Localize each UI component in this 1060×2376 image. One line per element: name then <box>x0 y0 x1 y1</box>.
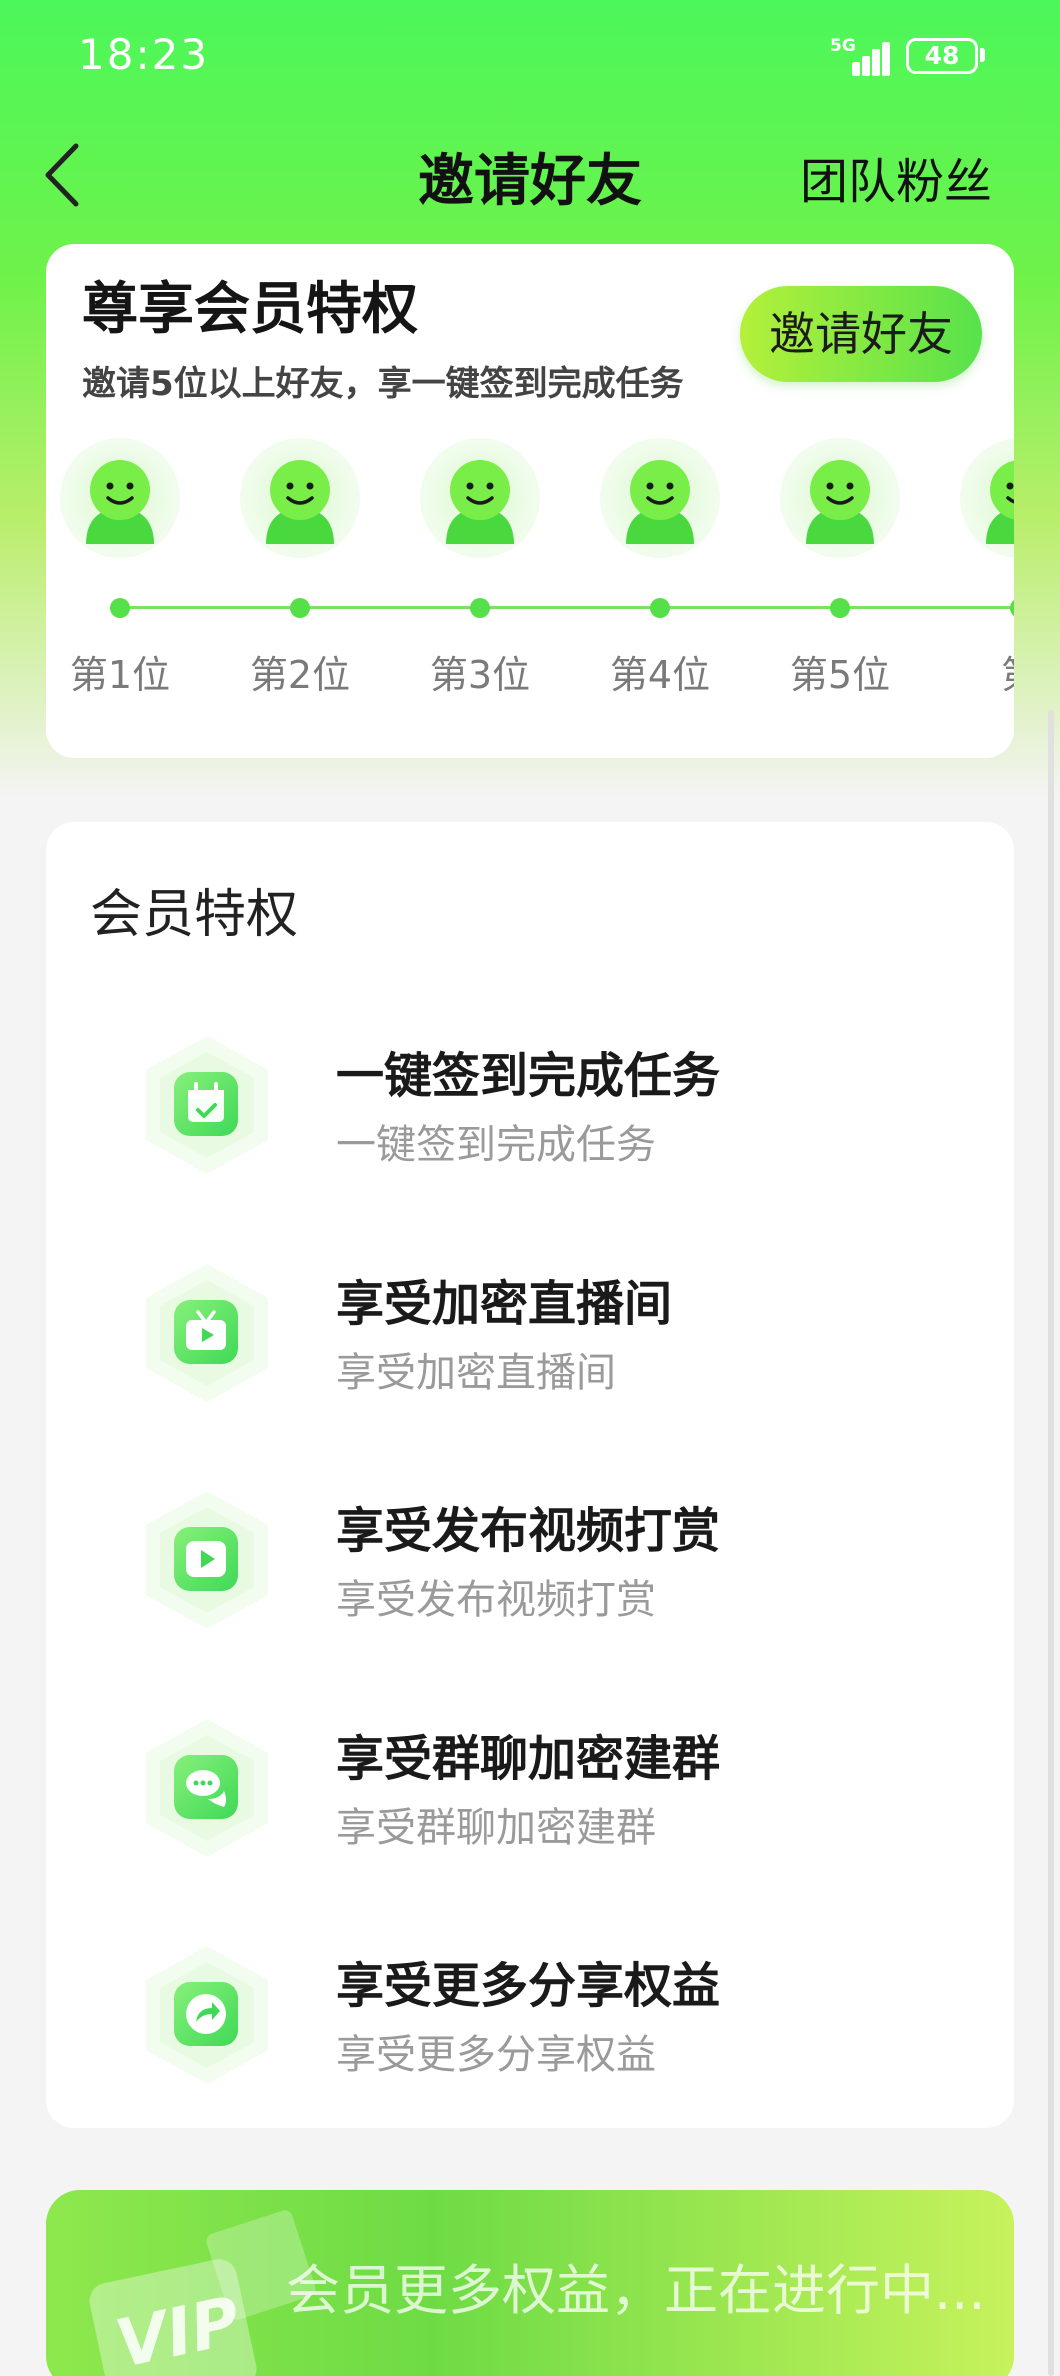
battery-icon: 48 <box>906 38 978 74</box>
invite-slot: 第 <box>930 438 1014 738</box>
privilege-desc: 享受群聊加密建群 <box>336 1805 656 1851</box>
privilege-item[interactable]: 享受更多分享权益 享受更多分享权益 <box>92 1928 972 2108</box>
avatar-placeholder-icon <box>446 460 514 544</box>
calendar-check-icon <box>174 1072 238 1136</box>
invite-slot: 第2位 <box>210 438 390 738</box>
privilege-desc: 享受更多分享权益 <box>336 2032 656 2078</box>
privilege-item[interactable]: 享受发布视频打赏 享受发布视频打赏 <box>92 1473 972 1653</box>
invite-slot: 第3位 <box>390 438 570 738</box>
vip-banner-text: 会员更多权益，正在进行中... <box>286 2259 986 2322</box>
slot-dot <box>1010 598 1014 618</box>
avatar-placeholder-icon <box>806 460 874 544</box>
invite-slot: 第1位 <box>46 438 210 738</box>
invite-card: 尊享会员特权 邀请5位以上好友，享一键签到完成任务 邀请好友 第1位 第2位 第3位… <box>46 244 1014 758</box>
slot-label: 第5位 <box>789 653 891 697</box>
share-arrow-icon <box>174 1982 238 2046</box>
network-type: 5G <box>830 36 856 56</box>
slot-label: 第3位 <box>429 653 531 697</box>
slot-dot <box>470 598 490 618</box>
signal-icon: 5G <box>830 36 894 76</box>
privilege-title: 一键签到完成任务 <box>336 1048 721 1104</box>
privilege-item[interactable]: 享受群聊加密建群 享受群聊加密建群 <box>92 1701 972 1881</box>
slot-dot <box>290 598 310 618</box>
avatar-placeholder-icon <box>626 460 694 544</box>
team-fans-link[interactable]: 团队粉丝 <box>800 142 992 212</box>
privilege-desc: 一键签到完成任务 <box>336 1122 656 1168</box>
video-play-icon <box>174 1527 238 1591</box>
privilege-title: 享受发布视频打赏 <box>336 1503 721 1559</box>
scrollbar[interactable] <box>1048 710 1054 2376</box>
invite-friends-button[interactable]: 邀请好友 <box>740 286 982 382</box>
nav-bar: 邀请好友 团队粉丝 <box>0 120 1060 230</box>
invite-page: 18:23 5G 48 邀请好友 团队粉丝 尊享会员特权 邀请5位以上好友，享一… <box>0 0 1060 2376</box>
privilege-item[interactable]: 享受加密直播间 享受加密直播间 <box>92 1246 972 1426</box>
invite-slot: 第4位 <box>570 438 750 738</box>
privilege-title: 享受更多分享权益 <box>336 1958 721 2014</box>
privilege-desc: 享受发布视频打赏 <box>336 1577 656 1623</box>
slot-label: 第1位 <box>69 653 171 697</box>
avatar-placeholder-icon <box>986 460 1014 544</box>
slot-dot <box>110 598 130 618</box>
slot-label: 第4位 <box>609 653 711 697</box>
vip-banner[interactable]: VIP 会员更多权益，正在进行中... <box>46 2190 1014 2376</box>
slot-label: 第 <box>930 644 1014 699</box>
invite-slot: 第5位 <box>750 438 930 738</box>
status-bar: 18:23 5G 48 <box>0 0 1060 110</box>
chat-bubbles-icon <box>174 1755 238 1819</box>
avatar-placeholder-icon <box>86 460 154 544</box>
slot-dot <box>650 598 670 618</box>
privilege-item[interactable]: 一键签到完成任务 一键签到完成任务 <box>92 1018 972 1198</box>
privileges-card: 会员特权 一键签到完成任务 一键签到完成任务 享受加密直播间 享受加密直播间 享受发布视… <box>46 822 1014 2128</box>
invite-card-subtitle: 邀请5位以上好友，享一键签到完成任务 <box>82 364 684 404</box>
slot-dot <box>830 598 850 618</box>
slot-label: 第2位 <box>249 653 351 697</box>
invite-card-title: 尊享会员特权 <box>82 277 418 342</box>
tv-play-icon <box>174 1300 238 1364</box>
privilege-title: 享受加密直播间 <box>336 1276 673 1332</box>
status-time: 18:23 <box>78 30 210 79</box>
privileges-heading: 会员特权 <box>90 885 299 945</box>
privilege-desc: 享受加密直播间 <box>336 1350 616 1396</box>
privilege-title: 享受群聊加密建群 <box>336 1731 721 1787</box>
avatar-placeholder-icon <box>266 460 334 544</box>
